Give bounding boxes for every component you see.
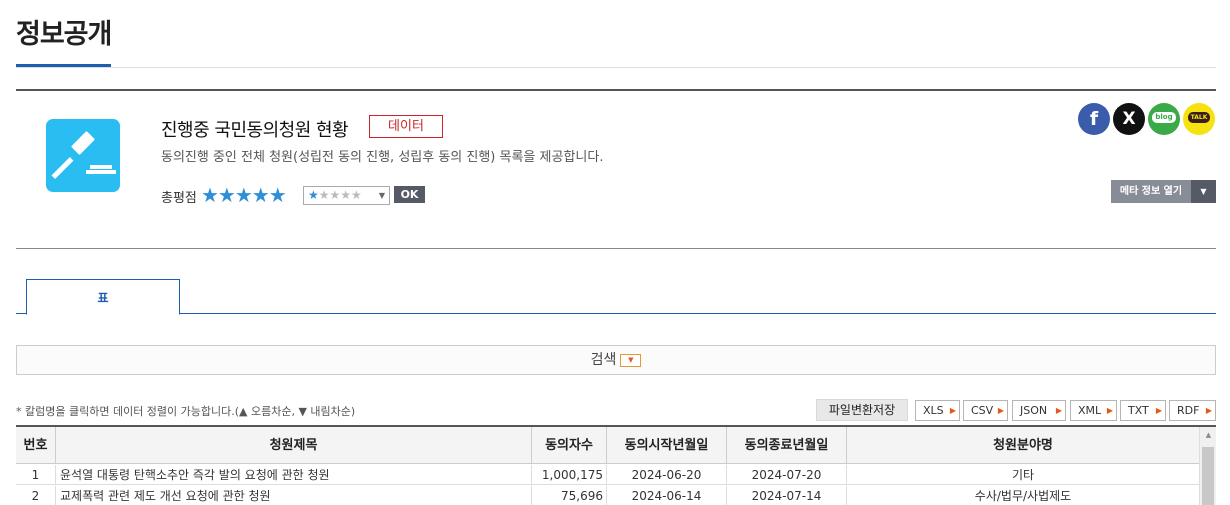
data-type-badge: 데이터 [369,115,443,138]
column-header-start-date[interactable]: 동의시작년월일 [607,427,727,464]
kakaotalk-share-label: TALK [1187,112,1211,123]
cell-number: 2 [16,486,56,505]
grid-scrollbar[interactable]: ▲ [1199,427,1216,505]
cell-end-date: 2024-07-20 [727,465,847,485]
cell-number: 1 [16,465,56,485]
sort-instruction: * 칼럼명을 클릭하면 데이터 정렬이 가능합니다.(▲ 오름차순, ▼ 내림차… [16,405,356,418]
dataset-title: 진행중 국민동의청원 현황 [161,120,349,141]
search-toggle-bar[interactable]: 검색 ▼ [16,345,1216,375]
file-convert-label: 파일변환저장 [816,399,908,421]
blog-share-label: blog [1152,112,1176,123]
download-csv-label: CSV [971,404,994,417]
download-csv-button[interactable]: CSV ▶ [963,400,1008,421]
download-xls-label: XLS [923,404,944,417]
page-title-divider [16,67,1216,68]
cell-title: 윤석열 대통령 탄핵소추안 즉각 발의 요청에 관한 청원 [56,465,532,485]
table-row[interactable]: 1 윤석열 대통령 탄핵소추안 즉각 발의 요청에 관한 청원 1,000,17… [16,465,1199,485]
download-xml-button[interactable]: XML ▶ [1070,400,1117,421]
kakaotalk-share-icon[interactable]: TALK [1183,103,1215,135]
x-share-icon[interactable]: X [1113,103,1145,135]
chevron-right-icon: ▶ [1205,406,1212,415]
page-title: 정보공개 [16,19,112,50]
gavel-icon [46,119,120,192]
download-txt-button[interactable]: TXT ▶ [1120,400,1166,421]
rating-select-empty-stars: ★★★★ [318,188,362,202]
scroll-up-icon[interactable]: ▲ [1200,431,1216,439]
chevron-right-icon: ▶ [1106,406,1113,415]
dataset-info-panel: 진행중 국민동의청원 현황 데이터 동의진행 중인 전체 청원(성립전 동의 진… [16,89,1216,249]
scrollbar-thumb[interactable] [1202,447,1214,505]
table-row[interactable]: 2 교제폭력 관련 제도 개선 요청에 관한 청원 75,696 2024-06… [16,486,1199,505]
download-rdf-label: RDF [1177,404,1200,417]
chevron-right-icon: ▶ [949,406,956,415]
cell-category: 기타 [1011,468,1035,482]
chevron-right-icon: ▶ [997,406,1004,415]
tab-table[interactable]: 표 [26,279,180,315]
column-header-end-date[interactable]: 동의종료년월일 [727,427,847,464]
cell-category: 수사/법무/사법제도 [974,489,1072,503]
rating-stars: ★★★★★ [201,183,287,207]
cell-agree-count: 75,696 [532,486,607,505]
chevron-right-icon: ▶ [1055,406,1062,415]
grid-header: 번호 청원제목 동의자수 동의시작년월일 동의종료년월일 청원분야명 [16,427,1199,464]
rating-label: 총평점 [161,191,197,206]
chevron-right-icon: ▶ [1155,406,1162,415]
rating-select[interactable]: ★★★★★ ▼ [303,186,390,205]
cell-start-date: 2024-06-20 [607,465,727,485]
petition-grid: 번호 청원제목 동의자수 동의시작년월일 동의종료년월일 청원분야명 1 윤석열… [16,425,1216,505]
column-header-title[interactable]: 청원제목 [56,427,532,464]
cell-agree-count: 1,000,175 [532,465,607,485]
column-header-category[interactable]: 청원분야명 [847,427,1199,464]
download-rdf-button[interactable]: RDF ▶ [1169,400,1216,421]
download-xls-button[interactable]: XLS ▶ [915,400,960,421]
meta-info-dropdown-toggle[interactable]: ▼ [1191,180,1216,203]
meta-info-open-button[interactable]: 메타 정보 열기 [1111,180,1191,203]
download-xml-label: XML [1078,404,1102,417]
rating-ok-button[interactable]: OK [394,186,425,203]
column-header-number[interactable]: 번호 [16,427,56,464]
blog-share-icon[interactable]: blog [1148,103,1180,135]
cell-title: 교제폭력 관련 제도 개선 요청에 관한 청원 [56,486,532,505]
rating-select-filled-star: ★ [308,188,319,202]
search-label: 검색 [590,352,617,368]
chevron-down-icon: ▼ [378,191,385,200]
tab-bar-line [16,313,1216,314]
download-txt-label: TXT [1128,404,1149,417]
chevron-down-icon: ▼ [620,353,642,367]
download-json-label: JSON [1020,404,1048,417]
dataset-description: 동의진행 중인 전체 청원(성립전 동의 진행, 성립후 동의 진행) 목록을 … [161,150,604,165]
column-header-agree-count[interactable]: 동의자수 [532,427,607,464]
cell-start-date: 2024-06-14 [607,486,727,505]
facebook-share-icon[interactable]: f [1078,103,1110,135]
download-json-button[interactable]: JSON ▶ [1012,400,1066,421]
cell-end-date: 2024-07-14 [727,486,847,505]
